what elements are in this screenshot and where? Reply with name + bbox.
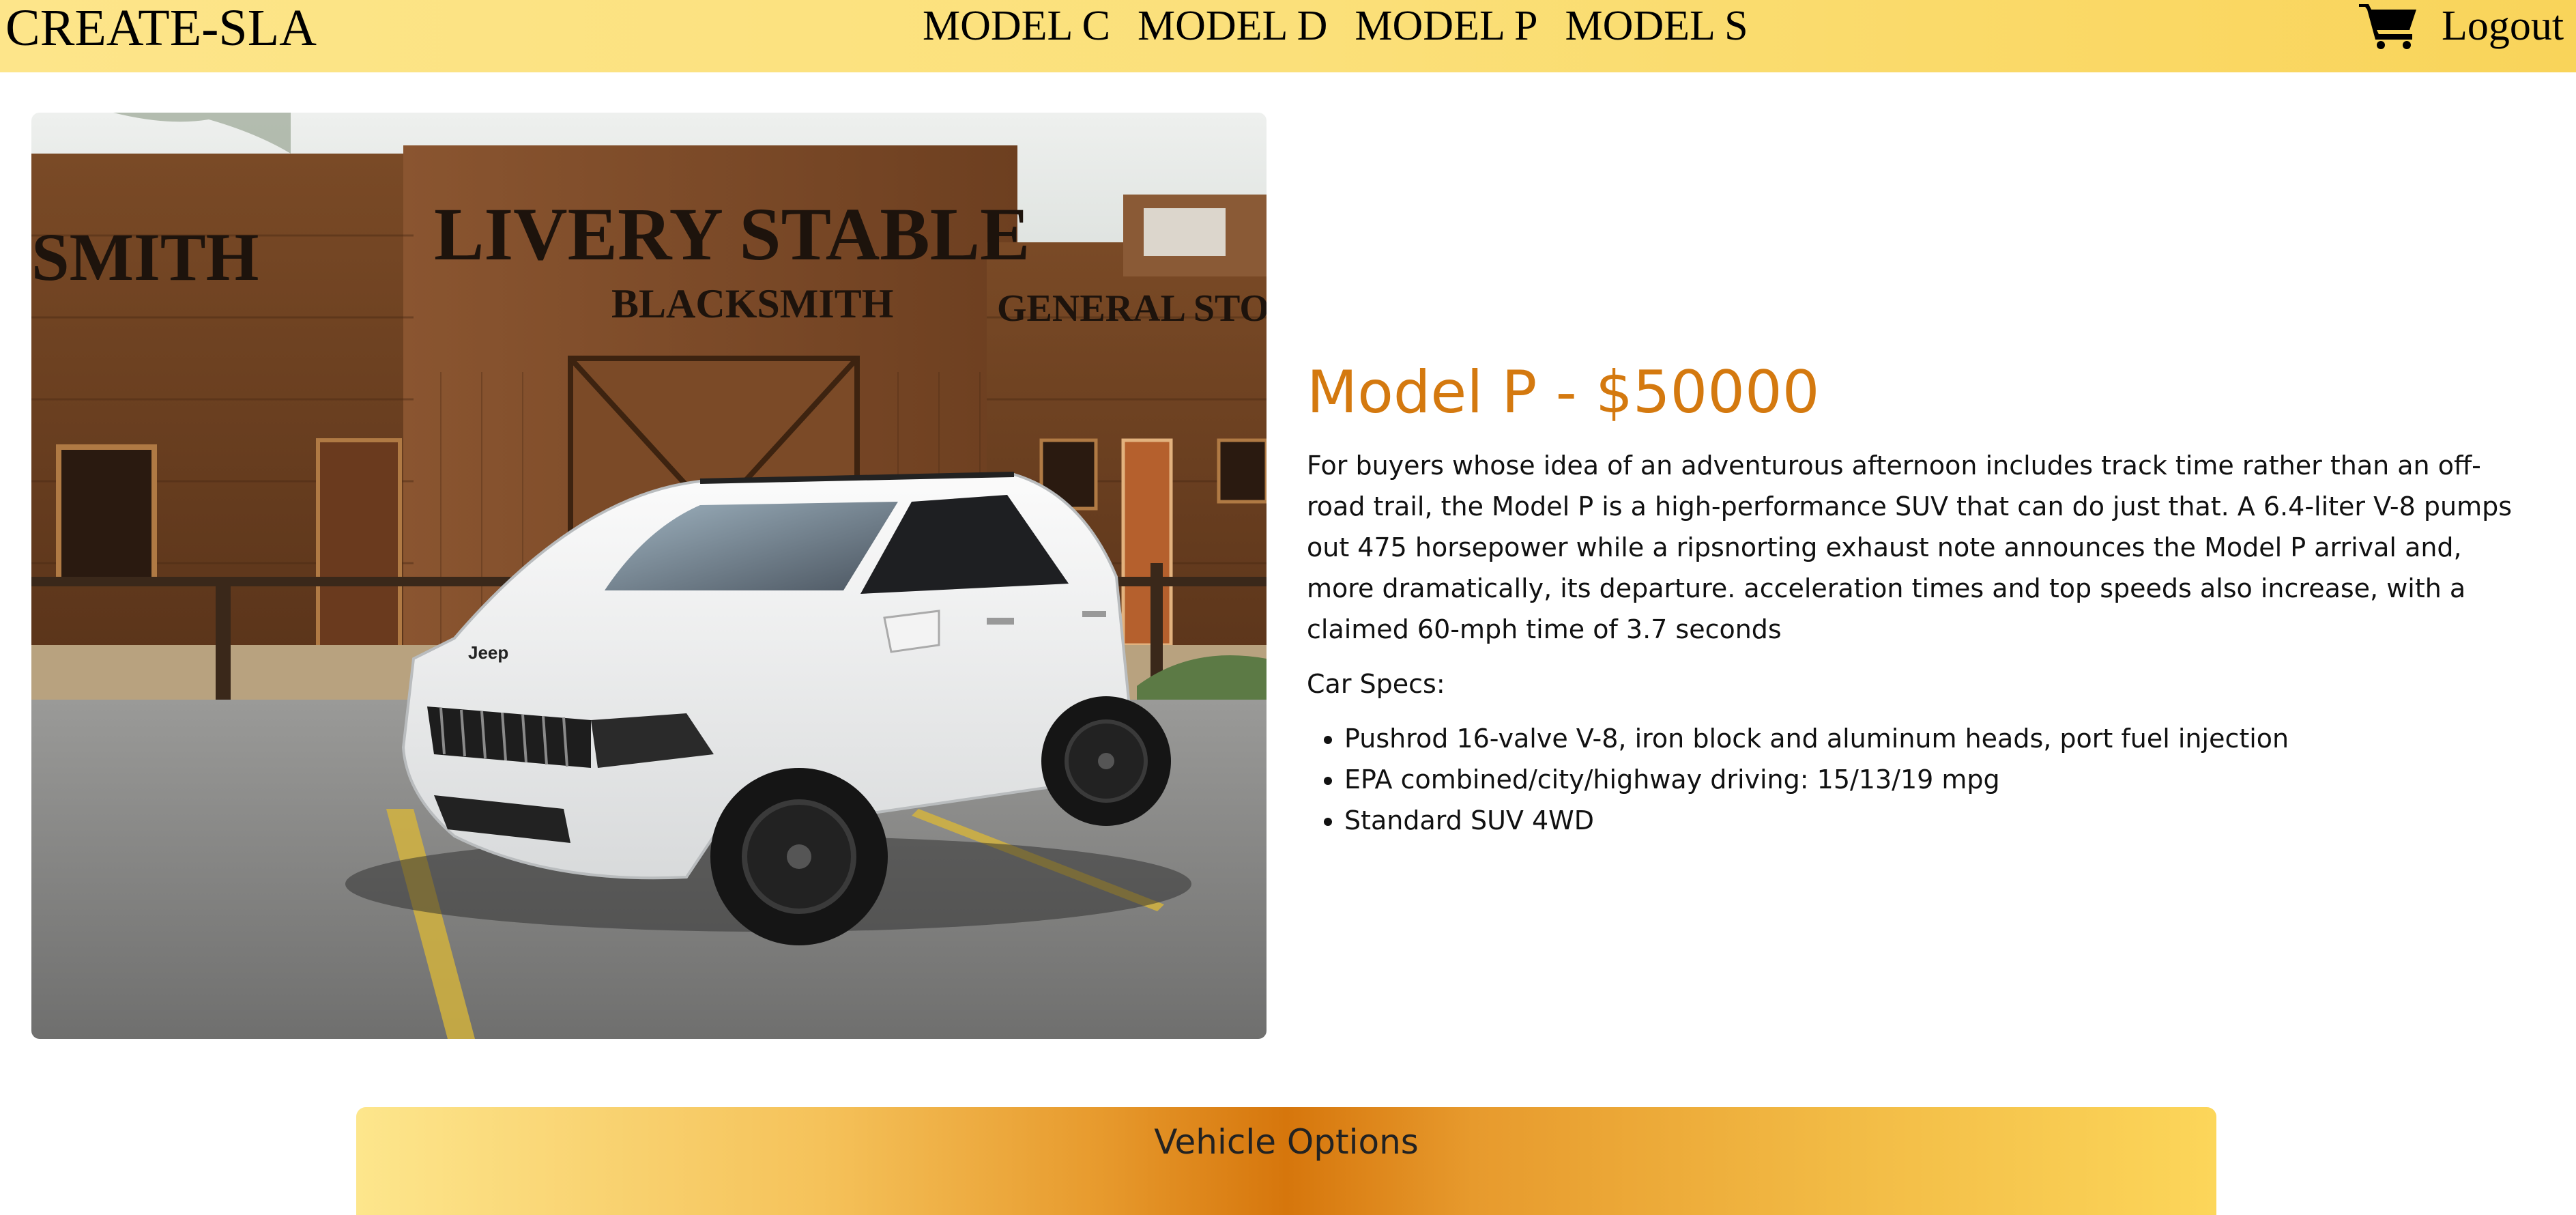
sign-left-text: SMITH [31,219,259,295]
sign-blacksmith-text: BLACKSMITH [611,281,893,326]
shopping-cart-icon[interactable] [2358,0,2420,49]
nav-model-s[interactable]: MODEL S [1565,2,1748,51]
brand-logo[interactable]: CREATE-SLA [5,0,317,56]
product-photo: SMITH LIVERY STABLE BLACKSMITH GENERAL S… [31,113,1267,1039]
logout-link[interactable]: Logout [2442,0,2564,52]
nav-model-c[interactable]: MODEL C [923,2,1110,51]
specs-list: Pushrod 16-valve V-8, iron block and alu… [1307,718,2521,841]
vehicle-options-title: Vehicle Options [1154,1122,1419,1162]
model-nav: MODEL C MODEL D MODEL P MODEL S [923,0,1776,52]
spec-item: Pushrod 16-valve V-8, iron block and alu… [1344,718,2521,759]
product-details: Model P - $50000 For buyers whose idea o… [1307,355,2521,841]
specs-label: Car Specs: [1307,669,1445,699]
product-description: For buyers whose idea of an adventurous … [1307,451,2512,644]
jeep-badge-text: Jeep [468,642,508,663]
top-navbar: CREATE-SLA MODEL C MODEL D MODEL P MODEL… [0,0,2576,72]
spec-item: Standard SUV 4WD [1344,800,2521,841]
product-title: Model P - $50000 [1307,358,1820,427]
spec-item: EPA combined/city/highway driving: 15/13… [1344,759,2521,800]
sign-general-text: GENERAL STO [997,287,1267,330]
sign-main-text: LIVERY STABLE [434,192,1030,276]
nav-model-p[interactable]: MODEL P [1355,2,1537,51]
vehicle-options-panel: Vehicle Options [356,1107,2216,1215]
nav-model-d[interactable]: MODEL D [1138,2,1327,51]
